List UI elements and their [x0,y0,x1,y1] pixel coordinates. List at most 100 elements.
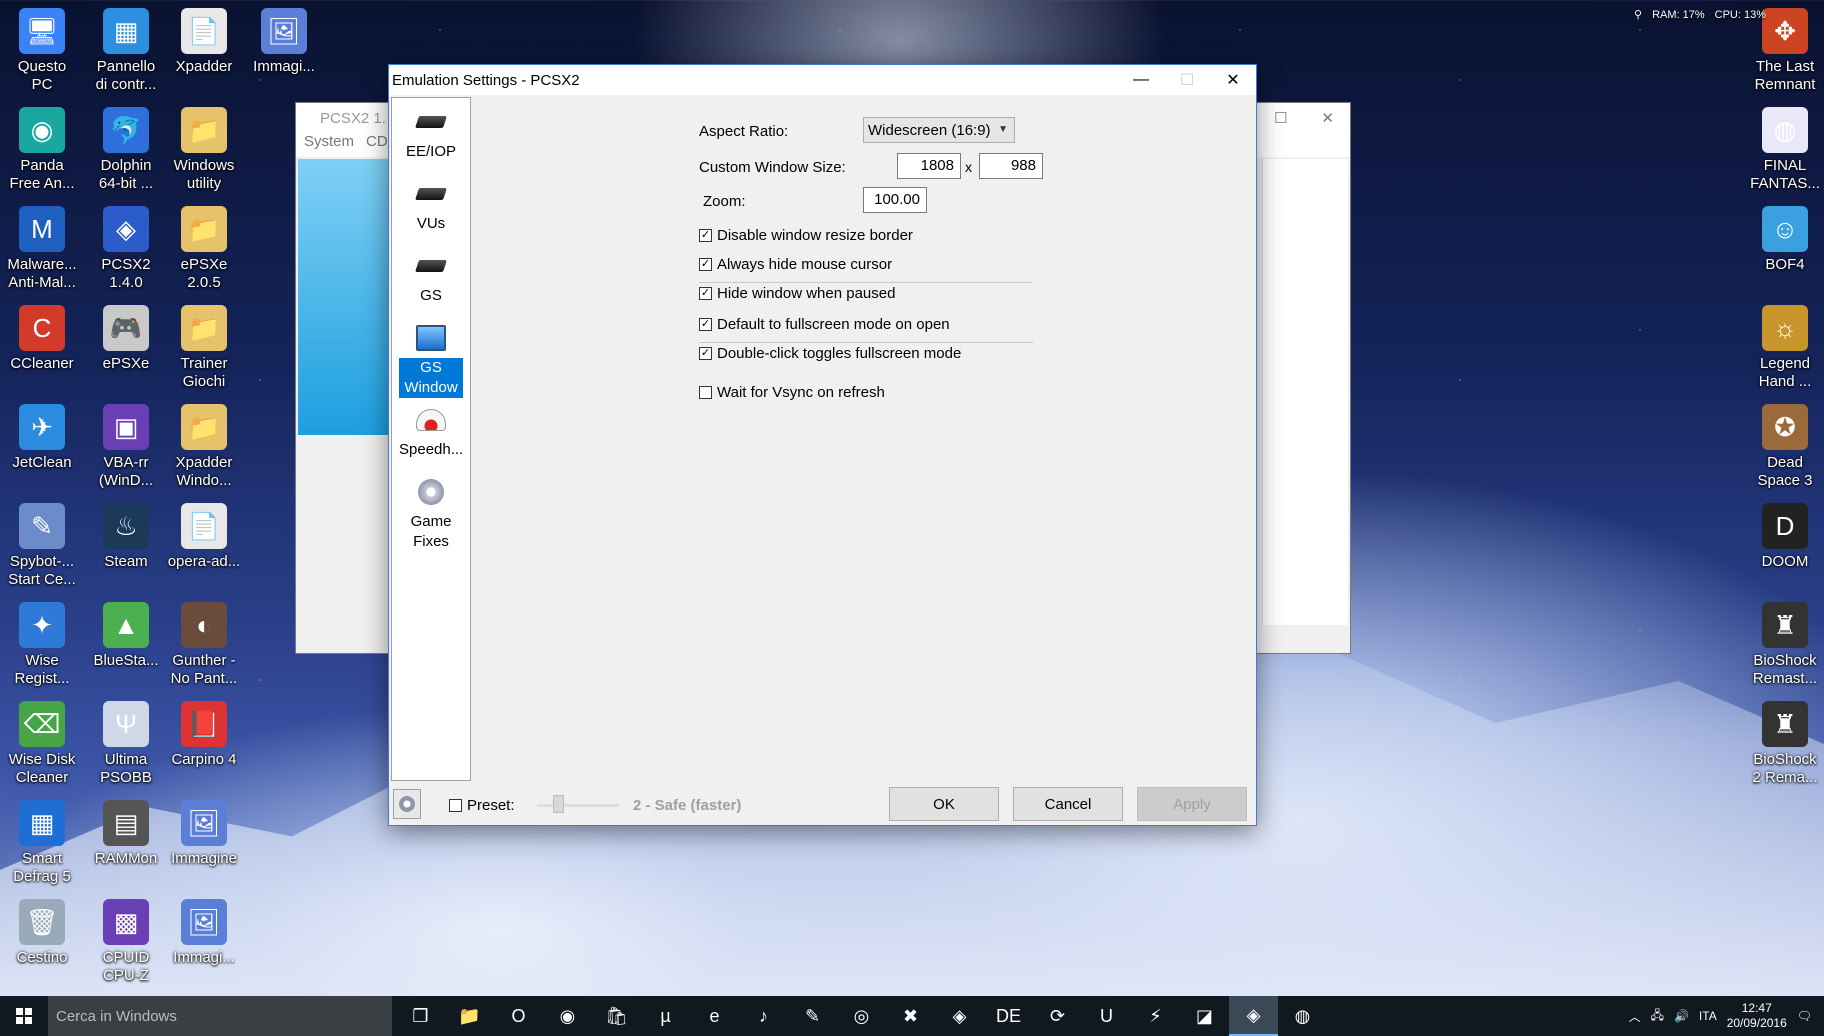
desktop-icon-bof4[interactable]: ☺ BOF4 [1743,206,1824,274]
desktop-icon-doom[interactable]: D DOOM [1743,503,1824,571]
window-height-input[interactable]: 988 [979,153,1043,179]
taskbar-app-flash-icon[interactable]: ⚡ [1131,996,1180,1036]
taskbar-file-explorer-icon[interactable]: 📁 [445,996,494,1036]
desktop-icon-spybot[interactable]: ✎ Spybot-... Start Ce... [0,503,84,589]
checkbox-row-hide-mouse-cursor[interactable]: ✓ Always hide mouse cursor [699,256,892,273]
taskbar-pcsx2-active-icon[interactable]: ◈ [1229,996,1278,1036]
taskbar-store-icon[interactable]: 🛍 [592,996,641,1036]
desktop-icon-ultima-psobb[interactable]: Ψ Ultima PSOBB [84,701,168,787]
desktop-icon-legend-hand[interactable]: ☼ Legend Hand ... [1743,305,1824,391]
desktop-icon-questo-pc[interactable]: 🖥 Questo PC [0,8,84,94]
doubleclick-fullscreen-checkbox[interactable]: ✓ [699,347,712,360]
menu-system[interactable]: System [304,133,354,157]
taskbar-app-graph-icon[interactable]: ◪ [1180,996,1229,1036]
window-width-input[interactable]: 1808 [897,153,961,179]
desktop-icon-trainer-giochi[interactable]: 📁 Trainer Giochi [162,305,246,391]
sidebar-item-speedhacks[interactable]: Speedh... [399,404,463,460]
settings-corner-icon[interactable] [393,789,421,819]
checkbox-row-default-fullscreen[interactable]: ✓ Default to fullscreen mode on open [699,316,950,333]
taskbar-opera-icon[interactable]: O [494,996,543,1036]
desktop-icon-cestino[interactable]: 🗑 Cestino [0,899,84,967]
desktop-icon-pcsx2[interactable]: ◈ PCSX2 1.4.0 [84,206,168,292]
hide-when-paused-label: Hide window when paused [717,285,896,302]
desktop-icon-opera-ad[interactable]: 📄 opera-ad... [162,503,246,571]
ok-button[interactable]: OK [889,787,999,821]
desktop-icon-immagine-1[interactable]: 🖼 Immagi... [242,8,326,76]
wait-vsync-checkbox[interactable] [699,386,712,399]
taskbar-task-view-icon[interactable]: ❐ [396,996,445,1036]
desktop-icon-immagine-2[interactable]: 🖼 Immagine [162,800,246,868]
sidebar-item-gs[interactable]: GS [399,250,463,306]
checkbox-row-hide-when-paused[interactable]: ✓ Hide window when paused [699,285,895,302]
taskbar-notes-icon[interactable]: ✎ [788,996,837,1036]
desktop-icon-smart-defrag[interactable]: ▦ Smart Defrag 5 [0,800,84,886]
menu-cdvd[interactable]: CD [366,133,388,157]
taskbar-app-red-icon[interactable]: ◈ [935,996,984,1036]
desktop-icon-epsxe-folder[interactable]: 📁 ePSXe 2.0.5 [162,206,246,292]
desktop-icon-final-fantasy[interactable]: ◍ FINAL FANTAS... [1743,107,1824,193]
taskbar-app-circle-icon[interactable]: ◎ [837,996,886,1036]
checkbox-row-doubleclick-fullscreen[interactable]: ✓ Double-click toggles fullscreen mode [699,345,961,362]
desktop-icon-bluestacks[interactable]: ▲ BlueSta... [84,602,168,670]
taskbar-utorrent-icon[interactable]: µ [641,996,690,1036]
language-indicator[interactable]: ITA [1699,1009,1717,1023]
cancel-button[interactable]: Cancel [1013,787,1123,821]
desktop-icon-jetclean[interactable]: ✈ JetClean [0,404,84,472]
desktop-icon-rammon[interactable]: ▤ RAMMon [84,800,168,868]
desktop-icon-xpadder[interactable]: 📄 Xpadder [162,8,246,76]
sidebar-item-gs-window[interactable]: GS Window [399,322,463,398]
notifications-icon[interactable]: 🗨 [1797,1009,1812,1023]
clock[interactable]: 12:47 20/09/2016 [1727,1001,1787,1031]
desktop-icon-xpadder-windows[interactable]: 📁 Xpadder Windo... [162,404,246,490]
hide-mouse-cursor-checkbox[interactable]: ✓ [699,258,712,271]
sidebar-item-eeiop[interactable]: EE/IOP [399,106,463,162]
desktop-icon-dolphin[interactable]: 🐬 Dolphin 64-bit ... [84,107,168,193]
desktop-icon-malwarebytes[interactable]: M Malware... Anti-Mal... [0,206,84,292]
desktop-icon-bioshock-remastered[interactable]: ♜ BioShock Remast... [1743,602,1824,688]
checkbox-row-disable-resize-border[interactable]: ✓ Disable window resize border [699,227,913,244]
taskbar-app-refresh-icon[interactable]: ⟳ [1033,996,1082,1036]
checkbox-row-wait-vsync[interactable]: Wait for Vsync on refresh [699,384,885,401]
start-button[interactable] [0,996,48,1036]
taskbar-edge-ie-icon[interactable]: e [690,996,739,1036]
taskbar-app-de-icon[interactable]: DE [984,996,1033,1036]
maximize-icon[interactable]: ☐ [1274,109,1287,127]
aspect-ratio-select[interactable]: Widescreen (16:9) ▼ [863,117,1015,143]
desktop-icon-epsxe[interactable]: 🎮 ePSXe [84,305,168,373]
volume-icon[interactable]: 🔊 [1674,1009,1689,1023]
desktop-icon-windows-utility[interactable]: 📁 Windows utility [162,107,246,193]
search-box[interactable]: Cerca in Windows [48,996,392,1036]
chevron-up-icon[interactable]: ︿ [1629,1008,1641,1025]
desktop-icon-steam[interactable]: ♨ Steam [84,503,168,571]
close-button[interactable]: ✕ [1210,65,1256,95]
desktop-icon-panda[interactable]: ◉ Panda Free An... [0,107,84,193]
desktop-icon-wise-registry[interactable]: ✦ Wise Regist... [0,602,84,688]
zoom-input[interactable]: 100.00 [863,187,927,213]
desktop-icon-gunther[interactable]: ◐ Gunther - No Pant... [162,602,246,688]
default-fullscreen-checkbox[interactable]: ✓ [699,318,712,331]
desktop-icon-vba-rr[interactable]: ▣ VBA-rr (WinD... [84,404,168,490]
desktop-icon-cpuid[interactable]: ▩ CPUID CPU-Z [84,899,168,985]
taskbar-app-u-icon[interactable]: U [1082,996,1131,1036]
desktop-icon-wise-disk[interactable]: ⌫ Wise Disk Cleaner [0,701,84,787]
desktop-icon-carpino[interactable]: 📕 Carpino 4 [162,701,246,769]
hide-when-paused-checkbox[interactable]: ✓ [699,287,712,300]
desktop-icon-bioshock-2-remastered[interactable]: ♜ BioShock 2 Rema... [1743,701,1824,787]
desktop-icon-pannello[interactable]: ▦ Pannello di contr... [84,8,168,94]
minimize-button[interactable]: — [1118,65,1164,95]
preset-toggle[interactable]: Preset: [449,797,515,814]
desktop-icon-ccleaner[interactable]: C CCleaner [0,305,84,373]
dialog-titlebar[interactable]: Emulation Settings - PCSX2 — ☐ ✕ [389,65,1256,95]
sidebar-item-game-fixes[interactable]: Game Fixes [399,476,463,552]
taskbar-app-disc-icon[interactable]: ◍ [1278,996,1327,1036]
disable-resize-border-checkbox[interactable]: ✓ [699,229,712,242]
taskbar-app-x-icon[interactable]: ✖ [886,996,935,1036]
close-icon[interactable]: ✕ [1321,109,1334,127]
preset-checkbox[interactable] [449,799,462,812]
taskbar-chrome-icon[interactable]: ◉ [543,996,592,1036]
desktop-icon-dead-space-3[interactable]: ✪ Dead Space 3 [1743,404,1824,490]
taskbar-itunes-icon[interactable]: ♪ [739,996,788,1036]
sidebar-item-vus[interactable]: VUs [399,178,463,234]
network-icon[interactable]: 🖧 [1651,1006,1664,1027]
desktop-icon-immagine-3[interactable]: 🖼 Immagi... [162,899,246,967]
